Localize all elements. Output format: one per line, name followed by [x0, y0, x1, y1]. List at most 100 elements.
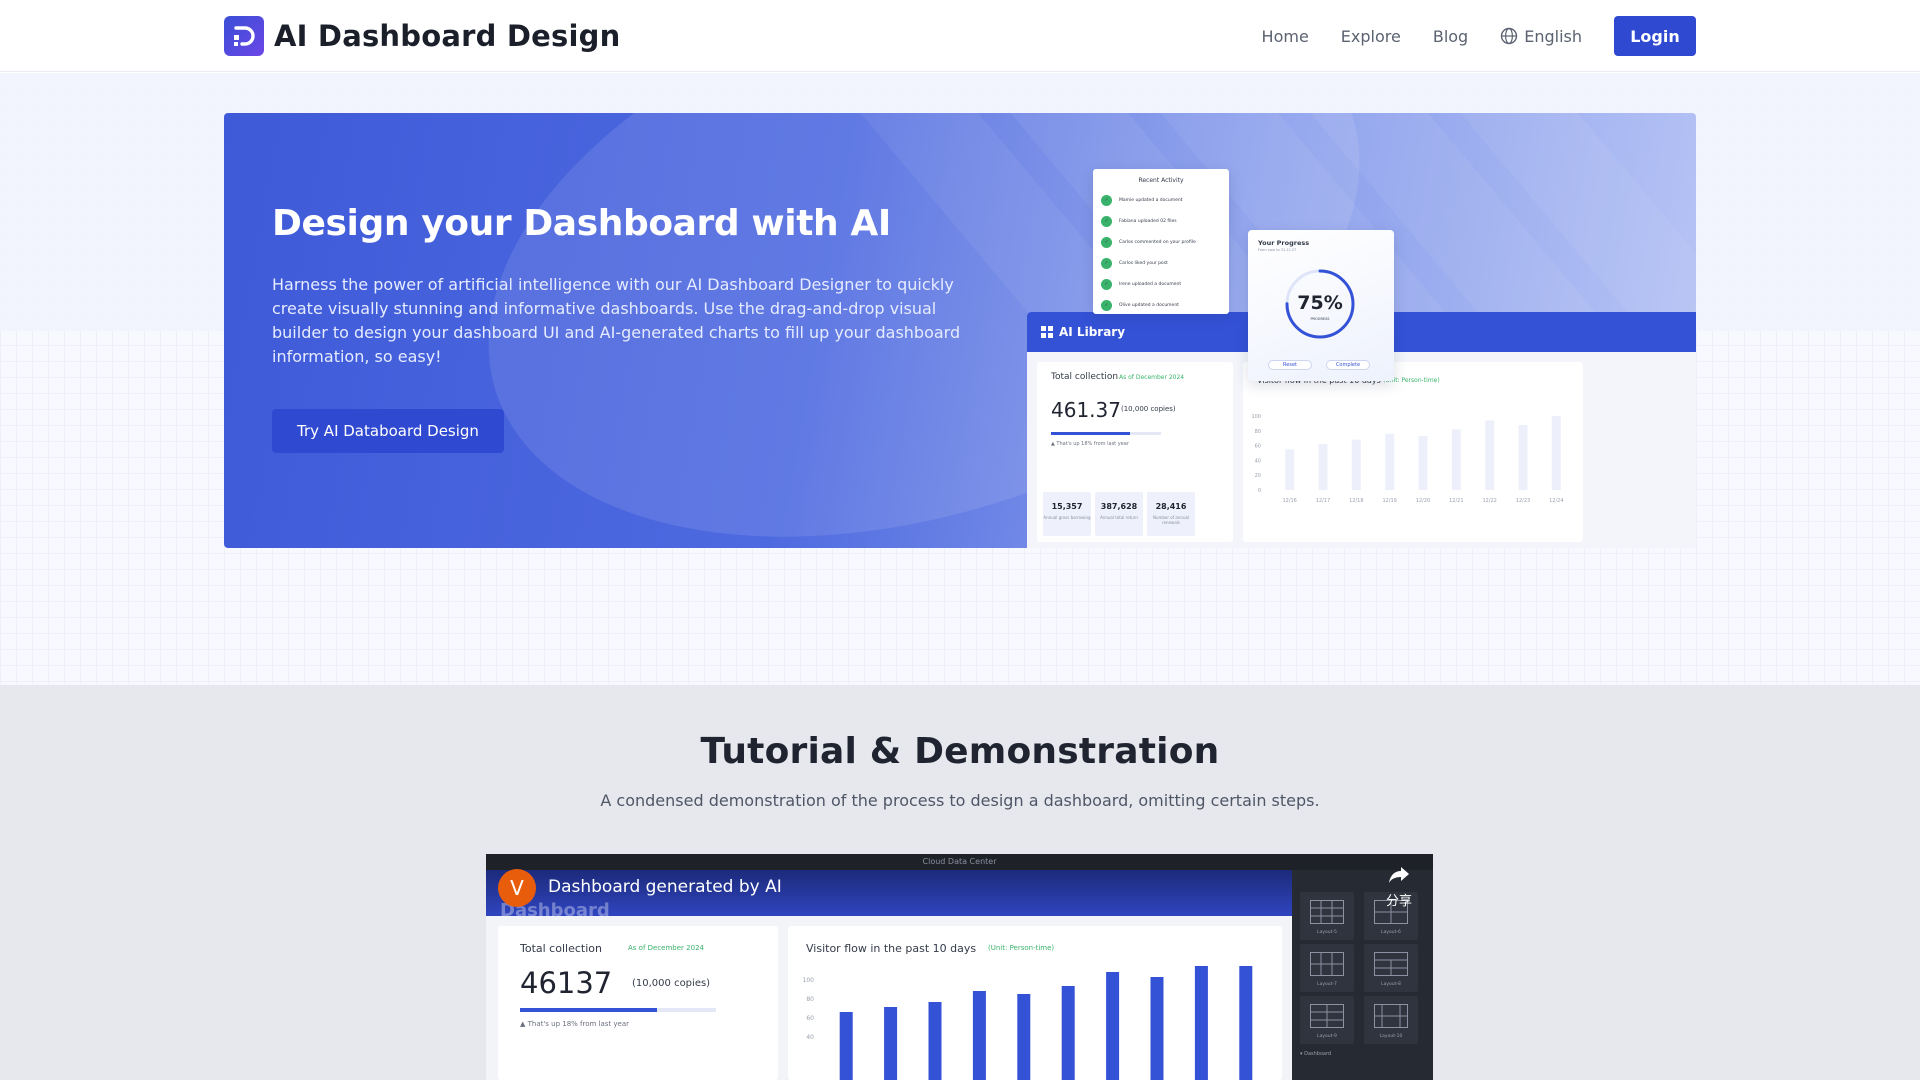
tutorial-subtitle: A condensed demonstration of the process…	[600, 791, 1320, 810]
video-total-collection-title: Total collection	[520, 942, 602, 955]
video-app-titlebar: Cloud Data Center	[486, 854, 1433, 870]
chart-bar	[1485, 420, 1495, 490]
stat-label: Annual gross borrowing	[1043, 515, 1091, 520]
brand-logo-icon	[224, 16, 264, 56]
stat-value: 28,416	[1155, 502, 1187, 511]
stat-gross-borrowing: 15,357 Annual gross borrowing	[1043, 492, 1091, 536]
stat-renewals: 28,416 Number of annual renewals	[1147, 492, 1195, 536]
main-nav: Home Explore Blog English Login	[1230, 16, 1696, 56]
try-ai-design-button[interactable]: Try AI Databoard Design	[272, 409, 504, 453]
login-button[interactable]: Login	[1614, 16, 1696, 56]
video-total-collection-note: ▲ That's up 18% from last year	[520, 1020, 630, 1028]
y-tick-label: 40	[1255, 458, 1261, 464]
chart-bar	[1518, 424, 1528, 490]
channel-avatar[interactable]: V	[498, 869, 536, 907]
share-icon	[1389, 867, 1409, 883]
layout-label: Layout-5	[1317, 930, 1337, 935]
chart-bar	[1351, 439, 1361, 490]
total-collection-progress	[1051, 432, 1161, 435]
y-tick-label: 20	[1255, 473, 1261, 479]
total-collection-title: Total collection	[1051, 372, 1119, 382]
chart-bar	[1239, 966, 1253, 1080]
chart-bar	[884, 1007, 898, 1080]
visitor-flow-chart: 100 80 60 40 20 0 12/16 12/17 12/18 12/19 12/20 12/…	[1251, 414, 1563, 504]
y-tick-label: 80	[1255, 429, 1261, 435]
language-label: English	[1524, 26, 1582, 46]
brand[interactable]: AI Dashboard Design	[224, 16, 620, 56]
chart-bar	[1318, 444, 1328, 490]
nav-blog[interactable]: Blog	[1433, 27, 1468, 46]
layout-grid-icon	[1310, 952, 1344, 976]
brand-name: AI Dashboard Design	[274, 19, 621, 53]
visitor-flow-card: Visitor flow in the past 10 days (Unit: …	[1243, 362, 1583, 542]
check-icon: ✓	[1101, 279, 1112, 290]
nav-home[interactable]: Home	[1262, 27, 1309, 46]
ai-library-title: AI Library	[1059, 325, 1126, 339]
stat-label: Number of annual renewals	[1152, 515, 1190, 525]
layout-grid-icon	[1374, 952, 1408, 976]
globe-icon	[1501, 27, 1518, 45]
layout-label: Layout-6	[1381, 930, 1401, 935]
chart-bar	[1061, 986, 1075, 1080]
hero-banner: Design your Dashboard with AI Harness th…	[224, 113, 1696, 548]
chart-bar	[1017, 994, 1031, 1080]
language-selector[interactable]: English	[1500, 27, 1582, 46]
chart-bar	[928, 1002, 942, 1080]
video-total-collection-card: Total collection As of December 2024 461…	[498, 926, 778, 1080]
your-progress-card: Your Progress From now to 31.12.27 75% P…	[1248, 230, 1394, 381]
video-total-collection-value: 46137	[520, 966, 613, 1000]
video-title[interactable]: Dashboard generated by AI	[548, 877, 782, 897]
activity-text: Mamie updated a document	[1119, 198, 1183, 203]
progress-value: 75%	[1297, 292, 1343, 314]
check-icon: ✓	[1101, 237, 1112, 248]
demo-video-player[interactable]: Cloud Data Center Dashboard V Dashboard …	[486, 854, 1433, 1080]
chart-bar	[1551, 416, 1561, 490]
layout-tile: Layout-10	[1364, 996, 1418, 1044]
stat-total-return: 387,628 Annual total return	[1095, 492, 1143, 536]
stat-label: Annual total return	[1100, 515, 1138, 520]
x-tick-label: 12/22	[1482, 498, 1496, 504]
video-total-collection-unit: (10,000 copies)	[632, 978, 711, 989]
x-tick-label: 12/20	[1416, 498, 1430, 504]
total-collection-note: ▲ That's up 18% from last year	[1051, 441, 1129, 447]
progress-label: PROGRESS	[1310, 317, 1330, 321]
activity-item: ✓ Irene uploaded a document	[1093, 274, 1229, 295]
video-total-collection-progress	[520, 1008, 716, 1012]
chart-bar	[1285, 449, 1295, 490]
layout-tile: Layout-9	[1300, 996, 1354, 1044]
layout-label: Layout-9	[1317, 1034, 1337, 1039]
total-collection-date: As of December 2024	[1119, 374, 1185, 381]
y-tick-label: 100	[1251, 414, 1261, 420]
complete-button[interactable]: Complete	[1326, 360, 1370, 370]
total-collection-unit: (10,000 copies)	[1121, 405, 1176, 413]
total-collection-card: Total collection As of December 2024 461…	[1037, 362, 1233, 542]
progress-title: Your Progress	[1258, 239, 1310, 247]
chart-bar	[1194, 966, 1208, 1080]
y-tick-label: 80	[806, 996, 814, 1003]
grid-icon	[1041, 326, 1053, 338]
total-collection-value: 461.37	[1051, 398, 1121, 422]
layout-label: Layout-8	[1381, 982, 1401, 987]
activity-text: Olive updated a document	[1119, 303, 1179, 308]
reset-button[interactable]: Reset	[1268, 360, 1312, 370]
x-tick-label: 12/17	[1316, 498, 1330, 504]
video-total-collection-date: As of December 2024	[628, 944, 704, 952]
hero-description: Harness the power of artificial intellig…	[272, 275, 961, 366]
check-icon: ✓	[1101, 195, 1112, 206]
video-app-caption: Cloud Data Center	[922, 857, 997, 866]
activity-item: ✓ Carlos liked your post	[1093, 253, 1229, 274]
recent-activity-card: Recent Activity ✓ Mamie updated a documen…	[1093, 169, 1229, 314]
hero-title: Design your Dashboard with AI	[272, 203, 891, 244]
check-icon: ✓	[1101, 258, 1112, 269]
top-header: AI Dashboard Design Home Explore Blog En…	[0, 0, 1920, 72]
x-tick-label: 12/21	[1449, 498, 1463, 504]
activity-item: ✓ Fabiana uploaded 02 files	[1093, 211, 1229, 232]
video-visitor-flow-card: Visitor flow in the past 10 days (Unit: …	[788, 926, 1282, 1080]
sidebar-section-dashboard[interactable]: ▾ Dashboard	[1300, 1051, 1331, 1057]
share-button[interactable]: 分享	[1374, 866, 1424, 909]
activity-item: ✓ Olive updated a document	[1093, 295, 1229, 314]
nav-explore[interactable]: Explore	[1341, 27, 1401, 46]
layout-grid-icon	[1310, 900, 1344, 924]
tutorial-section: Tutorial & Demonstration A condensed dem…	[0, 685, 1920, 1080]
x-tick-label: 12/24	[1549, 498, 1563, 504]
